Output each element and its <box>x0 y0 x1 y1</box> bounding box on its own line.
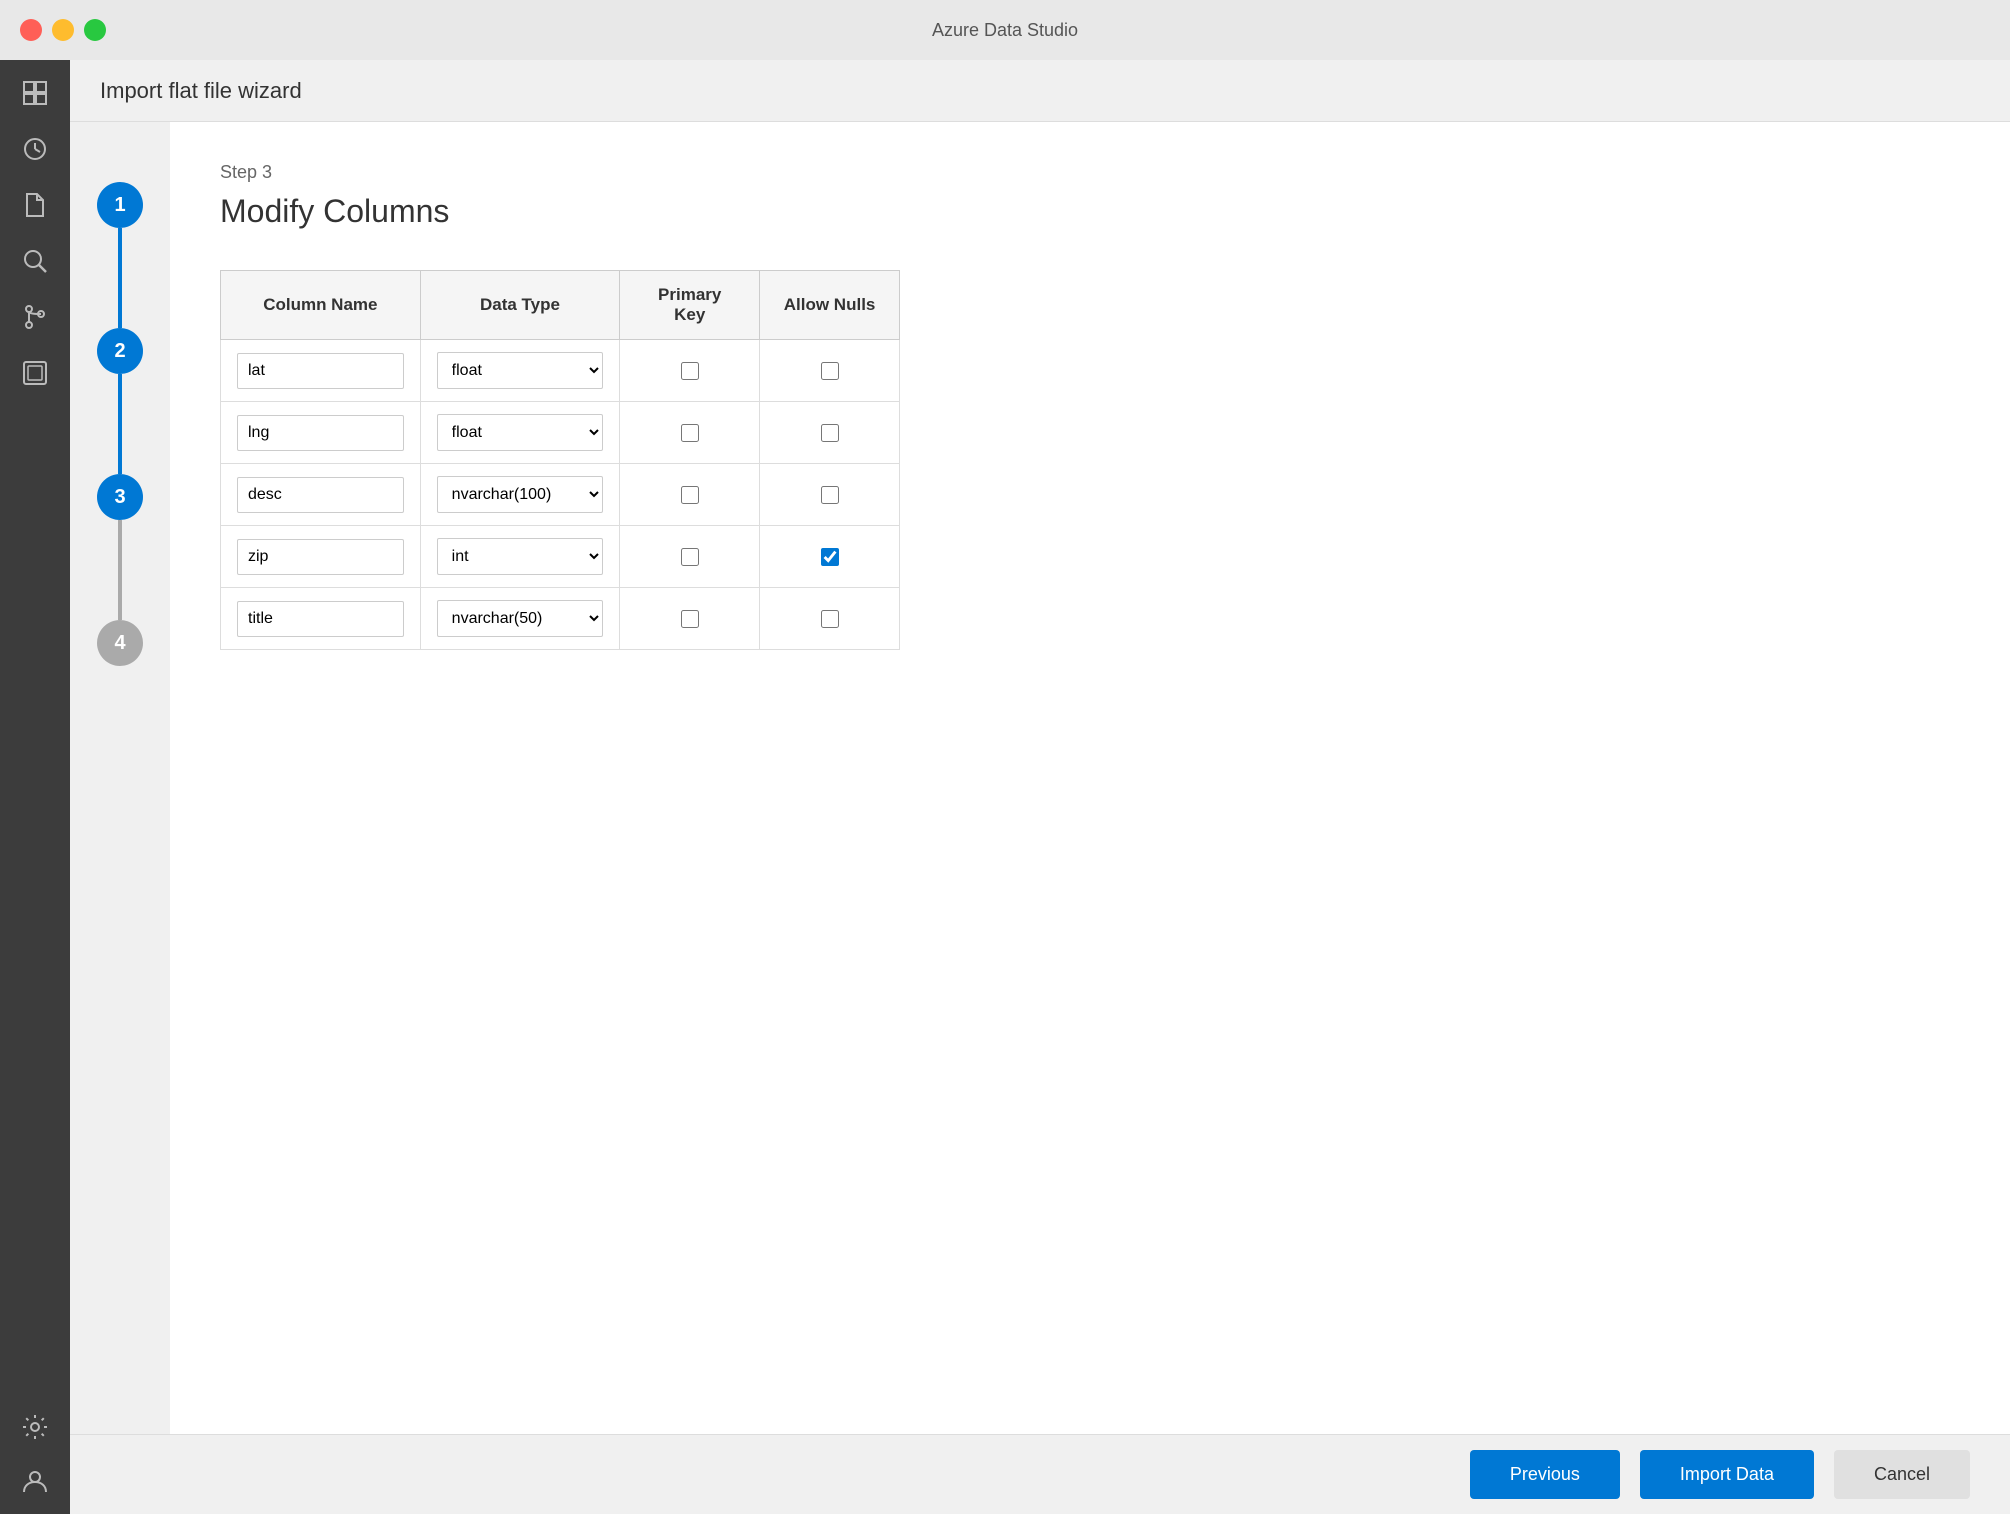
step-line-3-4 <box>118 520 122 620</box>
step-line-1-2 <box>118 228 122 328</box>
app-body: Import flat file wizard 1 2 3 <box>0 60 2010 1514</box>
step-line-2-3 <box>118 374 122 474</box>
step-node-4: 4 <box>97 620 143 666</box>
column-name-input-3[interactable] <box>237 477 404 513</box>
content-area: 1 2 3 4 Step 3 <box>70 122 2010 1434</box>
sidebar-icon-layers[interactable] <box>12 350 58 396</box>
allow-nulls-checkbox-4[interactable] <box>821 548 839 566</box>
data-type-select-1[interactable]: floatintnvarchar(50)nvarchar(100)nvarcha… <box>437 352 604 389</box>
main-area: Import flat file wizard 1 2 3 <box>70 60 2010 1514</box>
allow-nulls-checkbox-1[interactable] <box>821 362 839 380</box>
main-content: Step 3 Modify Columns Column Name Data T… <box>170 122 2010 1434</box>
step-node-3: 3 <box>97 474 143 520</box>
step-label: Step 3 <box>220 162 1960 183</box>
close-button[interactable] <box>20 19 42 41</box>
sidebar-icon-clock[interactable] <box>12 126 58 172</box>
window-controls <box>20 19 106 41</box>
data-type-select-2[interactable]: floatintnvarchar(50)nvarchar(100)nvarcha… <box>437 414 604 451</box>
cancel-button[interactable]: Cancel <box>1834 1450 1970 1499</box>
primary-key-checkbox-2[interactable] <box>681 424 699 442</box>
table-row: floatintnvarchar(50)nvarchar(100)nvarcha… <box>221 464 900 526</box>
sidebar-bottom <box>12 1404 58 1514</box>
step-node-1: 1 <box>97 182 143 228</box>
allow-nulls-checkbox-3[interactable] <box>821 486 839 504</box>
column-name-input-5[interactable] <box>237 601 404 637</box>
table-row: floatintnvarchar(50)nvarchar(100)nvarcha… <box>221 526 900 588</box>
primary-key-checkbox-1[interactable] <box>681 362 699 380</box>
step-node-2: 2 <box>97 328 143 374</box>
columns-table: Column Name Data Type Primary Key Allow … <box>220 270 900 650</box>
sidebar-icon-grid[interactable] <box>12 70 58 116</box>
previous-button[interactable]: Previous <box>1470 1450 1620 1499</box>
data-type-select-4[interactable]: floatintnvarchar(50)nvarchar(100)nvarcha… <box>437 538 604 575</box>
table-row: floatintnvarchar(50)nvarchar(100)nvarcha… <box>221 340 900 402</box>
import-data-button[interactable]: Import Data <box>1640 1450 1814 1499</box>
sidebar-icon-search[interactable] <box>12 238 58 284</box>
table-row: floatintnvarchar(50)nvarchar(100)nvarcha… <box>221 588 900 650</box>
stepper-sidebar: 1 2 3 4 <box>70 122 170 1434</box>
table-row: floatintnvarchar(50)nvarchar(100)nvarcha… <box>221 402 900 464</box>
allow-nulls-checkbox-5[interactable] <box>821 610 839 628</box>
primary-key-checkbox-4[interactable] <box>681 548 699 566</box>
app-header: Import flat file wizard <box>70 60 2010 122</box>
title-bar: Azure Data Studio <box>0 0 2010 60</box>
header-column-name: Column Name <box>221 271 421 340</box>
primary-key-checkbox-3[interactable] <box>681 486 699 504</box>
app-header-title: Import flat file wizard <box>100 78 302 104</box>
page-title: Modify Columns <box>220 193 1960 230</box>
header-primary-key: Primary Key <box>620 271 760 340</box>
primary-key-checkbox-5[interactable] <box>681 610 699 628</box>
column-name-input-2[interactable] <box>237 415 404 451</box>
sidebar-icon-settings[interactable] <box>12 1404 58 1450</box>
data-type-select-3[interactable]: floatintnvarchar(50)nvarchar(100)nvarcha… <box>437 476 604 513</box>
sidebar-icon-file[interactable] <box>12 182 58 228</box>
window-title: Azure Data Studio <box>932 20 1078 41</box>
header-allow-nulls: Allow Nulls <box>760 271 900 340</box>
minimize-button[interactable] <box>52 19 74 41</box>
data-type-select-5[interactable]: floatintnvarchar(50)nvarchar(100)nvarcha… <box>437 600 604 637</box>
header-data-type: Data Type <box>420 271 620 340</box>
sidebar-icon-user[interactable] <box>12 1458 58 1504</box>
maximize-button[interactable] <box>84 19 106 41</box>
sidebar <box>0 60 70 1514</box>
allow-nulls-checkbox-2[interactable] <box>821 424 839 442</box>
stepper-container: 1 2 3 4 <box>97 182 143 666</box>
column-name-input-4[interactable] <box>237 539 404 575</box>
footer: Previous Import Data Cancel <box>70 1434 2010 1514</box>
column-name-input-1[interactable] <box>237 353 404 389</box>
sidebar-icon-branch[interactable] <box>12 294 58 340</box>
